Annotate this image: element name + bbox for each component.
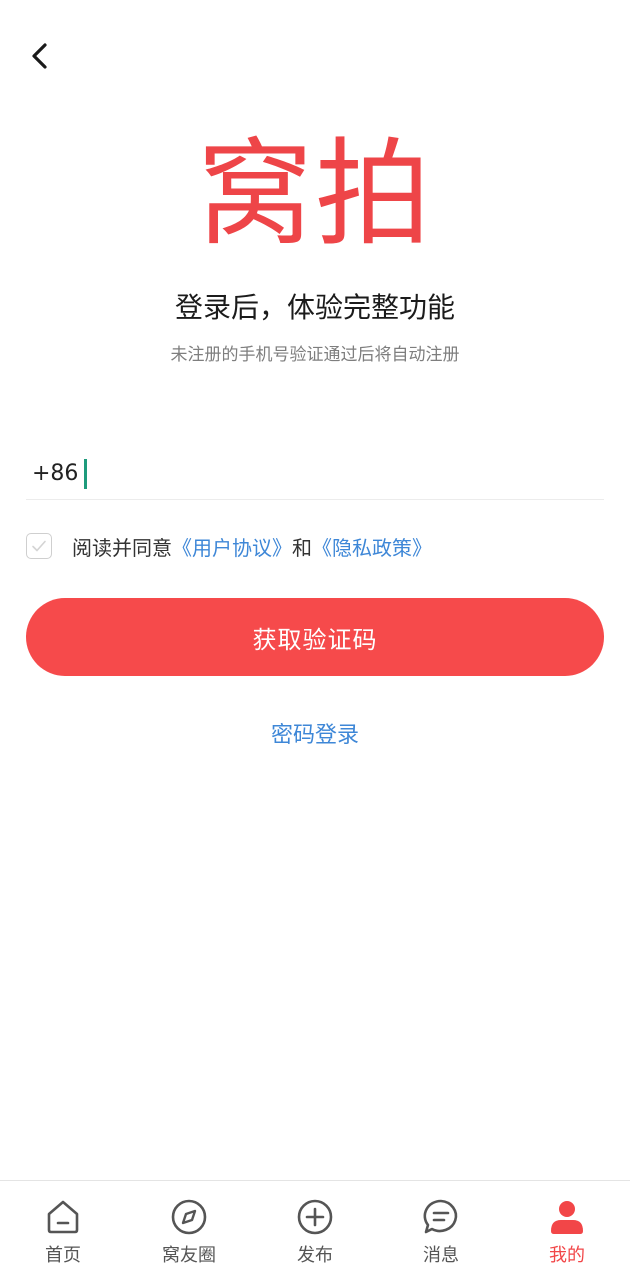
tab-publish[interactable]: 发布 xyxy=(252,1181,378,1280)
password-login-link[interactable]: 密码登录 xyxy=(0,718,630,754)
login-headline: 登录后，体验完整功能 xyxy=(174,291,455,324)
user-agreement-link[interactable]: 《用户协议》 xyxy=(172,532,292,561)
brand-logo: 窝拍 xyxy=(197,127,433,262)
phone-field: +86 xyxy=(26,448,604,500)
chevron-left-icon xyxy=(32,43,47,69)
agreement-prefix: 阅读并同意 xyxy=(72,535,172,560)
tab-label: 我的 xyxy=(549,1245,585,1266)
phone-input[interactable] xyxy=(93,455,574,492)
agreement-row: 阅读并同意 《用户协议》 和 《隐私政策》 xyxy=(26,528,432,564)
compass-icon xyxy=(171,1199,207,1235)
text-caret xyxy=(84,458,88,489)
user-icon xyxy=(551,1201,583,1234)
tab-label: 窝友圈 xyxy=(162,1245,216,1266)
chat-bubble-icon xyxy=(423,1199,458,1234)
tab-mine[interactable]: 我的 xyxy=(504,1181,630,1280)
tab-label: 消息 xyxy=(423,1245,459,1266)
login-subline: 未注册的手机号验证通过后将自动注册 xyxy=(170,345,460,365)
tab-label: 发布 xyxy=(297,1245,333,1266)
tab-messages[interactable]: 消息 xyxy=(378,1181,504,1280)
plus-circle-icon xyxy=(297,1199,333,1235)
home-icon xyxy=(47,1200,79,1234)
tab-label: 首页 xyxy=(45,1245,81,1266)
check-icon xyxy=(32,540,46,552)
privacy-policy-link[interactable]: 《隐私政策》 xyxy=(312,532,432,561)
back-button[interactable] xyxy=(22,38,58,74)
tab-circle[interactable]: 窝友圈 xyxy=(126,1181,252,1280)
get-code-button[interactable]: 获取验证码 xyxy=(26,598,604,676)
bottom-tab-bar: 首页 窝友圈 发布 消息 我的 xyxy=(0,1180,630,1280)
tab-home[interactable]: 首页 xyxy=(0,1181,126,1280)
agreement-checkbox[interactable] xyxy=(26,533,52,559)
country-code[interactable]: +86 xyxy=(32,461,78,486)
agreement-and: 和 xyxy=(292,535,312,560)
